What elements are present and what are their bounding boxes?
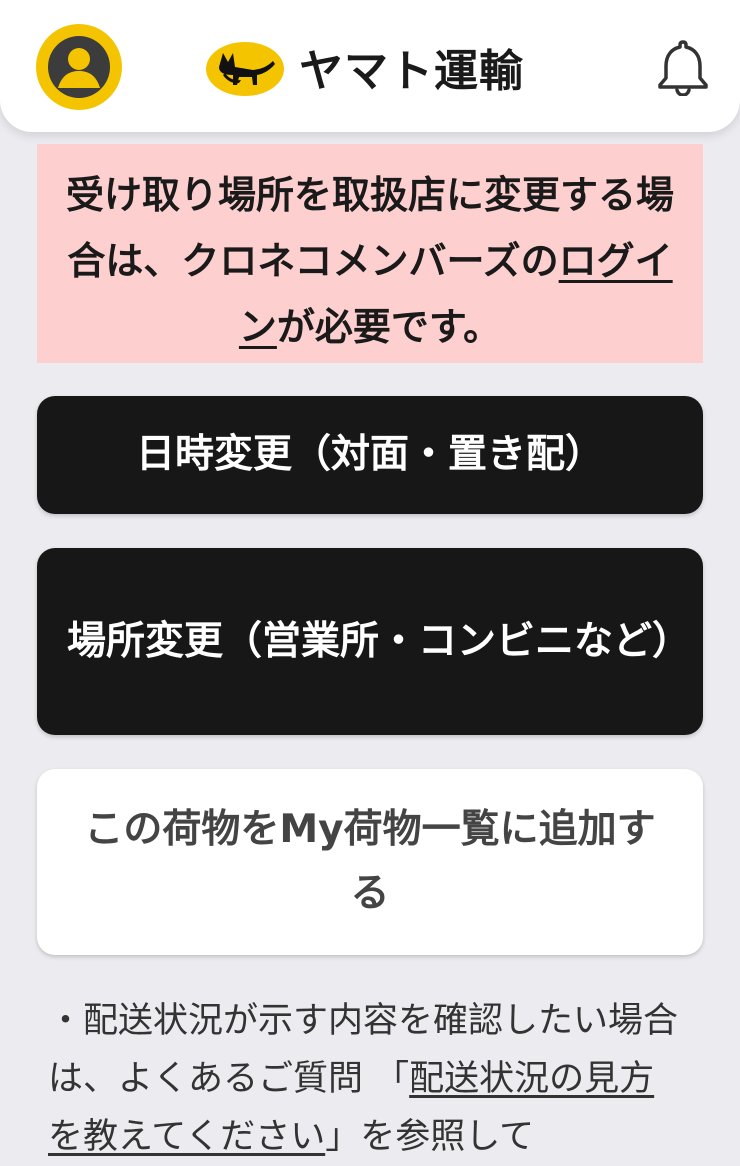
user-avatar-icon[interactable] bbox=[36, 24, 122, 110]
info-text-end: 」を参照して bbox=[325, 1117, 535, 1157]
brand-logo[interactable]: ヤマト運輸 bbox=[205, 34, 524, 100]
change-date-button[interactable]: 日時変更（対面・置き配） bbox=[37, 396, 703, 514]
info-bullet: ・ bbox=[48, 1001, 84, 1041]
add-to-my-parcels-label: この荷物をMy荷物一覧に追加する bbox=[84, 807, 656, 916]
delivery-status-info: ・配送状況が示す内容を確認したい場合は、よくあるご質問 「配送状況の見方を教えて… bbox=[48, 992, 688, 1166]
login-required-notice: 受け取り場所を取扱店に変更する場合は、クロネコメンバーズのログインが必要です。 bbox=[37, 144, 703, 363]
black-cat-logo-icon bbox=[206, 42, 284, 96]
brand-name: ヤマト運輸 bbox=[299, 46, 524, 97]
change-place-button[interactable]: 場所変更（営業所・コンビニなど） bbox=[37, 548, 703, 735]
change-place-label: 場所変更（営業所・コンビニなど） bbox=[67, 618, 692, 664]
bell-icon[interactable] bbox=[656, 38, 710, 96]
app-header: ヤマト運輸 bbox=[0, 0, 740, 132]
change-date-label: 日時変更（対面・置き配） bbox=[135, 432, 604, 477]
add-to-my-parcels-button[interactable]: この荷物をMy荷物一覧に追加する bbox=[37, 769, 703, 955]
notice-text-end: が必要です。 bbox=[276, 305, 502, 349]
